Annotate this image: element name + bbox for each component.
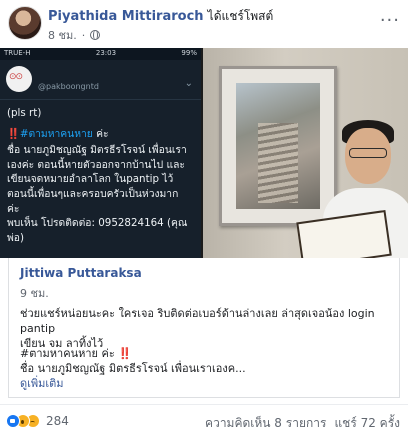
shared-post[interactable]: Jittiwa Puttaraksa 9 ชม. ช่วยแชร์หน่อยนะ… bbox=[0, 258, 408, 410]
shares-count-link[interactable]: แชร์ 72 ครั้ง bbox=[334, 414, 400, 433]
post-stats: ความคิดเห็น 8 รายการ แชร์ 72 ครั้ง bbox=[205, 414, 400, 433]
post-footer: 284 ความคิดเห็น 8 รายการ แชร์ 72 ครั้ง bbox=[0, 404, 408, 439]
comments-count-link[interactable]: ความคิดเห็น 8 รายการ bbox=[205, 414, 326, 433]
tweet-text: ชื่อ นายภูมิชญณัฐ มิตรธีรโรจน์ เพื่อนเรา… bbox=[7, 144, 188, 244]
see-more-link[interactable]: ดูเพิ่มเติม bbox=[20, 376, 392, 391]
glasses bbox=[349, 148, 387, 158]
tweet-tag-line: ‼️#ตามหาคนหาย ค่ะ bbox=[7, 127, 194, 142]
double-exclamation-icon: ‼️ bbox=[118, 347, 132, 360]
post-meta: 8 ชม. · bbox=[48, 26, 101, 44]
post-time[interactable]: 8 ชม. bbox=[48, 26, 77, 44]
double-exclamation-icon: ‼️ bbox=[7, 127, 20, 140]
shared-post-text-2: #ตามหาคนหาย ค่ะ ‼️ ชื่อ นายภูมิชญณัฐ มิต… bbox=[20, 346, 392, 391]
shared-hashtag[interactable]: #ตามหาคนหาย ค่ะ bbox=[20, 347, 115, 360]
tweet-handle: @pakboongntd bbox=[38, 82, 99, 91]
tweet-screenshot: TRUE-H 23:03 99% @pakboongntd ⌄ (pls rt)… bbox=[0, 48, 201, 258]
tweet-body: (pls rt) ‼️#ตามหาคนหาย ค่ะ ชื่อ นายภูมิช… bbox=[0, 100, 201, 253]
more-options-button[interactable]: ··· bbox=[380, 10, 400, 31]
shared-author-name[interactable]: Jittiwa Puttaraksa bbox=[20, 266, 142, 280]
like-reaction-icon bbox=[6, 414, 20, 428]
carrier-text: TRUE-H bbox=[4, 49, 31, 57]
post-header: Piyathida Mittiraroch ได้แชร์โพสต์ 8 ชม.… bbox=[0, 0, 408, 52]
post-author-line: Piyathida Mittiraroch ได้แชร์โพสต์ bbox=[48, 7, 273, 26]
tweet-header: @pakboongntd ⌄ bbox=[0, 60, 201, 100]
shared-tag-line: #ตามหาคนหาย ค่ะ ‼️ bbox=[20, 346, 392, 361]
phone-status-bar: TRUE-H 23:03 99% bbox=[0, 48, 201, 60]
author-avatar[interactable] bbox=[8, 6, 42, 40]
shared-name-line: ชื่อ นายภูมิชญณัฐ มิตรธีรโรจน์ เพื่อนเรา… bbox=[20, 362, 246, 375]
reaction-count: 284 bbox=[46, 414, 69, 428]
painting-image bbox=[236, 83, 320, 209]
person-photo bbox=[203, 48, 408, 258]
share-action-text: ได้แชร์โพสต์ bbox=[207, 9, 274, 23]
shared-post-card: Jittiwa Puttaraksa 9 ชม. ช่วยแชร์หน่อยนะ… bbox=[8, 258, 400, 398]
reactions-summary[interactable]: 284 bbox=[6, 414, 69, 428]
framed-painting bbox=[219, 66, 337, 226]
status-time: 23:03 bbox=[95, 49, 117, 57]
tweet-pls: (pls rt) bbox=[7, 107, 42, 119]
chevron-down-icon: ⌄ bbox=[184, 78, 193, 89]
post-media[interactable]: TRUE-H 23:03 99% @pakboongntd ⌄ (pls rt)… bbox=[0, 48, 408, 258]
shared-post-text: ช่วยแชร์หน่อยนะคะ ใครเจอ ริบติดต่อเบอร์ด… bbox=[20, 307, 375, 350]
battery-text: 99% bbox=[181, 49, 197, 57]
tweet-tag-suffix: ค่ะ bbox=[92, 127, 109, 140]
tweet-hashtag: #ตามหาคนหาย bbox=[19, 127, 93, 140]
author-name[interactable]: Piyathida Mittiraroch bbox=[48, 9, 204, 24]
tweet-avatar bbox=[6, 66, 32, 92]
shared-post-time[interactable]: 9 ชม. bbox=[20, 284, 49, 302]
globe-icon bbox=[90, 30, 101, 40]
